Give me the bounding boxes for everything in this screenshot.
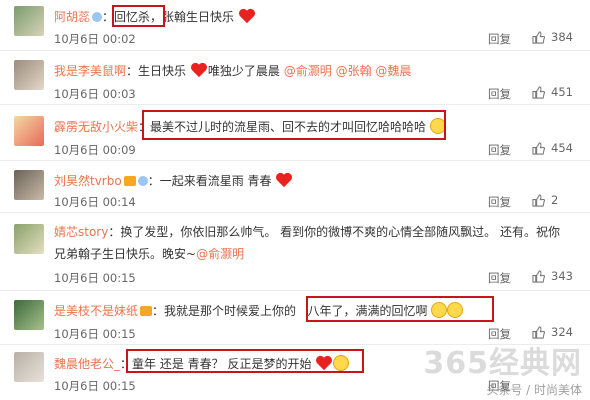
comment-line: 是美枝不是妹纸 ：我就是那个时候爱上你的 八年了，满满的回忆啊 (54, 302, 582, 319)
comment-text: 生日快乐 (138, 64, 187, 78)
comment-item: 刘昊然tvrbo ：一起来看流星雨 青春 10月6日 00:14 回复 2 (0, 162, 590, 213)
comment-text: 换了发型，你依旧那么帅气。 看到你的微博不爽的心情全部随风飘过。 还有。祝你 (120, 225, 560, 239)
verified-badge-icon (137, 176, 148, 186)
thumbs-up-icon (532, 30, 545, 44)
watermark-sub: 头条号 / 时尚美体 (486, 383, 582, 397)
comment-text: 童年 还是 青春？ 反正是梦的开始 (132, 357, 312, 371)
thumbs-up-icon (532, 325, 545, 339)
like-count: 324 (551, 325, 573, 339)
username[interactable]: 是美枝不是妹纸 (54, 304, 138, 318)
colon: ： (102, 10, 115, 24)
avatar[interactable] (14, 60, 44, 90)
timestamp: 10月6日 00:15 (54, 271, 136, 285)
emoji-icon (429, 118, 446, 134)
like-count: 343 (551, 269, 573, 283)
comment-item: 我是李美鼠啊：生日快乐 唯独少了晨晨 @俞灏明 @张翰 @魏晨 10月6日 00… (0, 52, 590, 105)
comment-line: 阿胡蕊 ：回忆杀，张翰生日快乐 (54, 8, 582, 25)
username[interactable]: 我是李美鼠啊 (54, 64, 126, 78)
thumbs-up-icon (532, 141, 545, 155)
like-button[interactable]: 384 (532, 30, 586, 44)
colon: ： (120, 357, 133, 371)
vip-crown-icon (123, 176, 136, 186)
colon: ： (108, 225, 121, 239)
colon: ： (138, 120, 151, 134)
like-count: 454 (551, 141, 573, 155)
timestamp: 10月6日 00:15 (54, 327, 136, 341)
like-button[interactable]: 343 (532, 269, 586, 283)
username[interactable]: 魏晨他老公_ (54, 357, 120, 371)
comment-line: 刘昊然tvrbo ：一起来看流星雨 青春 (54, 172, 582, 189)
timestamp: 10月6日 00:15 (54, 379, 136, 393)
emoji-icon (431, 302, 448, 318)
heart-icon (190, 62, 207, 78)
username[interactable]: 霹雳无敌小火柴 (54, 120, 138, 134)
avatar[interactable] (14, 352, 44, 382)
emoji-icon (447, 302, 464, 318)
reply-button[interactable]: 回复 (488, 86, 511, 102)
timestamp: 10月6日 00:09 (54, 143, 136, 157)
thumbs-up-icon (532, 269, 545, 283)
avatar[interactable] (14, 300, 44, 330)
avatar[interactable] (14, 116, 44, 146)
reply-button[interactable]: 回复 (488, 194, 511, 210)
comment-line-continued: 兄弟翰子生日快乐。晚安~@俞灏明 (54, 246, 582, 262)
comment-text: 回忆杀，张翰生日快乐 (114, 10, 235, 24)
heart-icon (316, 355, 333, 371)
avatar[interactable] (14, 170, 44, 200)
timestamp: 10月6日 00:02 (54, 32, 136, 46)
comment-text-2: 唯独少了晨晨 (207, 64, 280, 78)
avatar[interactable] (14, 224, 44, 254)
like-button[interactable]: 324 (532, 325, 586, 339)
verified-badge-icon (92, 12, 103, 22)
username[interactable]: 阿胡蕊 (54, 10, 90, 24)
comment-item: 婧芯story：换了发型，你依旧那么帅气。 看到你的微博不爽的心情全部随风飘过。… (0, 214, 590, 291)
comment-item: 阿胡蕊 ：回忆杀，张翰生日快乐 10月6日 00:02 回复 384 (0, 0, 590, 51)
username[interactable]: 刘昊然tvrbo (54, 174, 122, 188)
like-button[interactable]: 2 (532, 193, 586, 207)
like-count: 2 (551, 193, 559, 207)
comment-text: 最美不过儿时的流星雨、回不去的才叫回忆哈哈哈哈 (150, 120, 427, 134)
colon: ： (147, 174, 160, 188)
watermark: 365经典网 (423, 346, 582, 381)
comment-item: 霹雳无敌小火柴：最美不过儿时的流星雨、回不去的才叫回忆哈哈哈哈 10月6日 00… (0, 106, 590, 161)
comment-line: 我是李美鼠啊：生日快乐 唯独少了晨晨 @俞灏明 @张翰 @魏晨 (54, 62, 582, 79)
mention-link[interactable]: @俞灏明 (284, 64, 332, 78)
comment-text: 一起来看流星雨 青春 (159, 174, 272, 188)
emoji-icon (333, 355, 350, 371)
timestamp: 10月6日 00:03 (54, 87, 136, 101)
reply-button[interactable]: 回复 (488, 270, 511, 286)
comment-line: 霹雳无敌小火柴：最美不过儿时的流星雨、回不去的才叫回忆哈哈哈哈 (54, 118, 582, 135)
thumbs-up-icon (532, 193, 545, 207)
colon: ： (126, 64, 139, 78)
colon: ： (152, 304, 165, 318)
comment-line: 婧芯story：换了发型，你依旧那么帅气。 看到你的微博不爽的心情全部随风飘过。… (54, 224, 582, 240)
avatar[interactable] (14, 6, 44, 36)
username[interactable]: 婧芯story (54, 225, 108, 239)
heart-icon (276, 172, 293, 188)
heart-icon (238, 8, 255, 24)
mention-link[interactable]: @魏晨 (375, 64, 411, 78)
like-button[interactable]: 454 (532, 141, 586, 155)
like-count: 451 (551, 85, 573, 99)
comment-text-continued: 兄弟翰子生日快乐。晚安~ (54, 247, 197, 261)
reply-button[interactable]: 回复 (488, 142, 511, 158)
mention-link[interactable]: @张翰 (336, 64, 372, 78)
comment-text-2: 八年了，满满的回忆啊 (307, 304, 428, 318)
like-count: 384 (551, 30, 573, 44)
like-button[interactable]: 451 (532, 85, 586, 99)
comment-text: 我就是那个时候爱上你的 (164, 304, 297, 318)
vip-crown-icon (140, 306, 153, 316)
timestamp: 10月6日 00:14 (54, 195, 136, 209)
reply-button[interactable]: 回复 (488, 31, 511, 47)
thumbs-up-icon (532, 85, 545, 99)
mention-link[interactable]: @俞灏明 (196, 247, 244, 261)
